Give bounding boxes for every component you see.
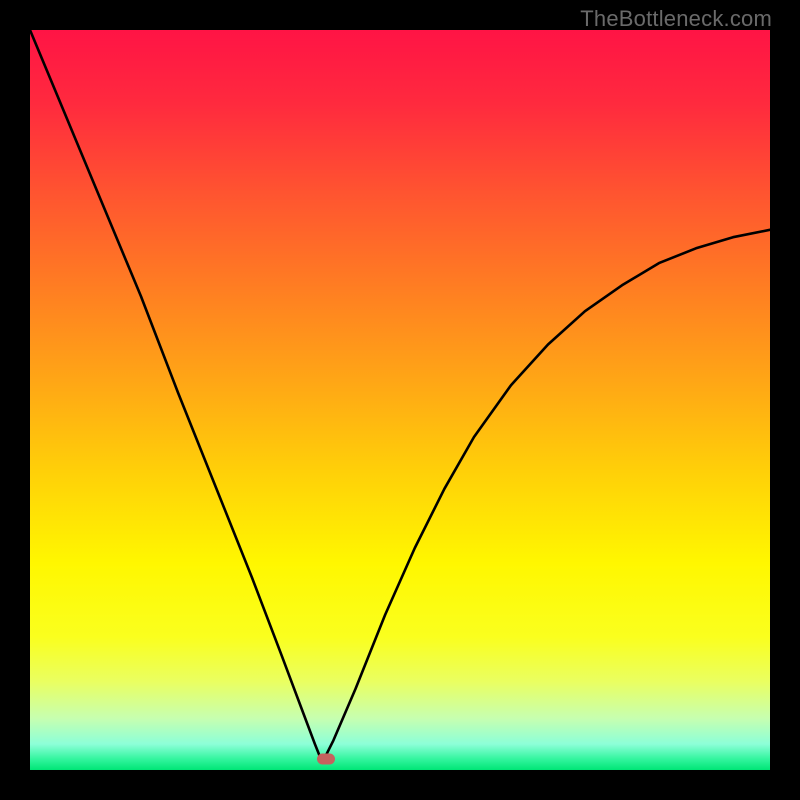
plot-area xyxy=(30,30,770,770)
bottleneck-curve xyxy=(30,30,770,770)
watermark-text: TheBottleneck.com xyxy=(580,6,772,32)
minimum-marker xyxy=(317,753,335,764)
chart-frame: TheBottleneck.com xyxy=(0,0,800,800)
